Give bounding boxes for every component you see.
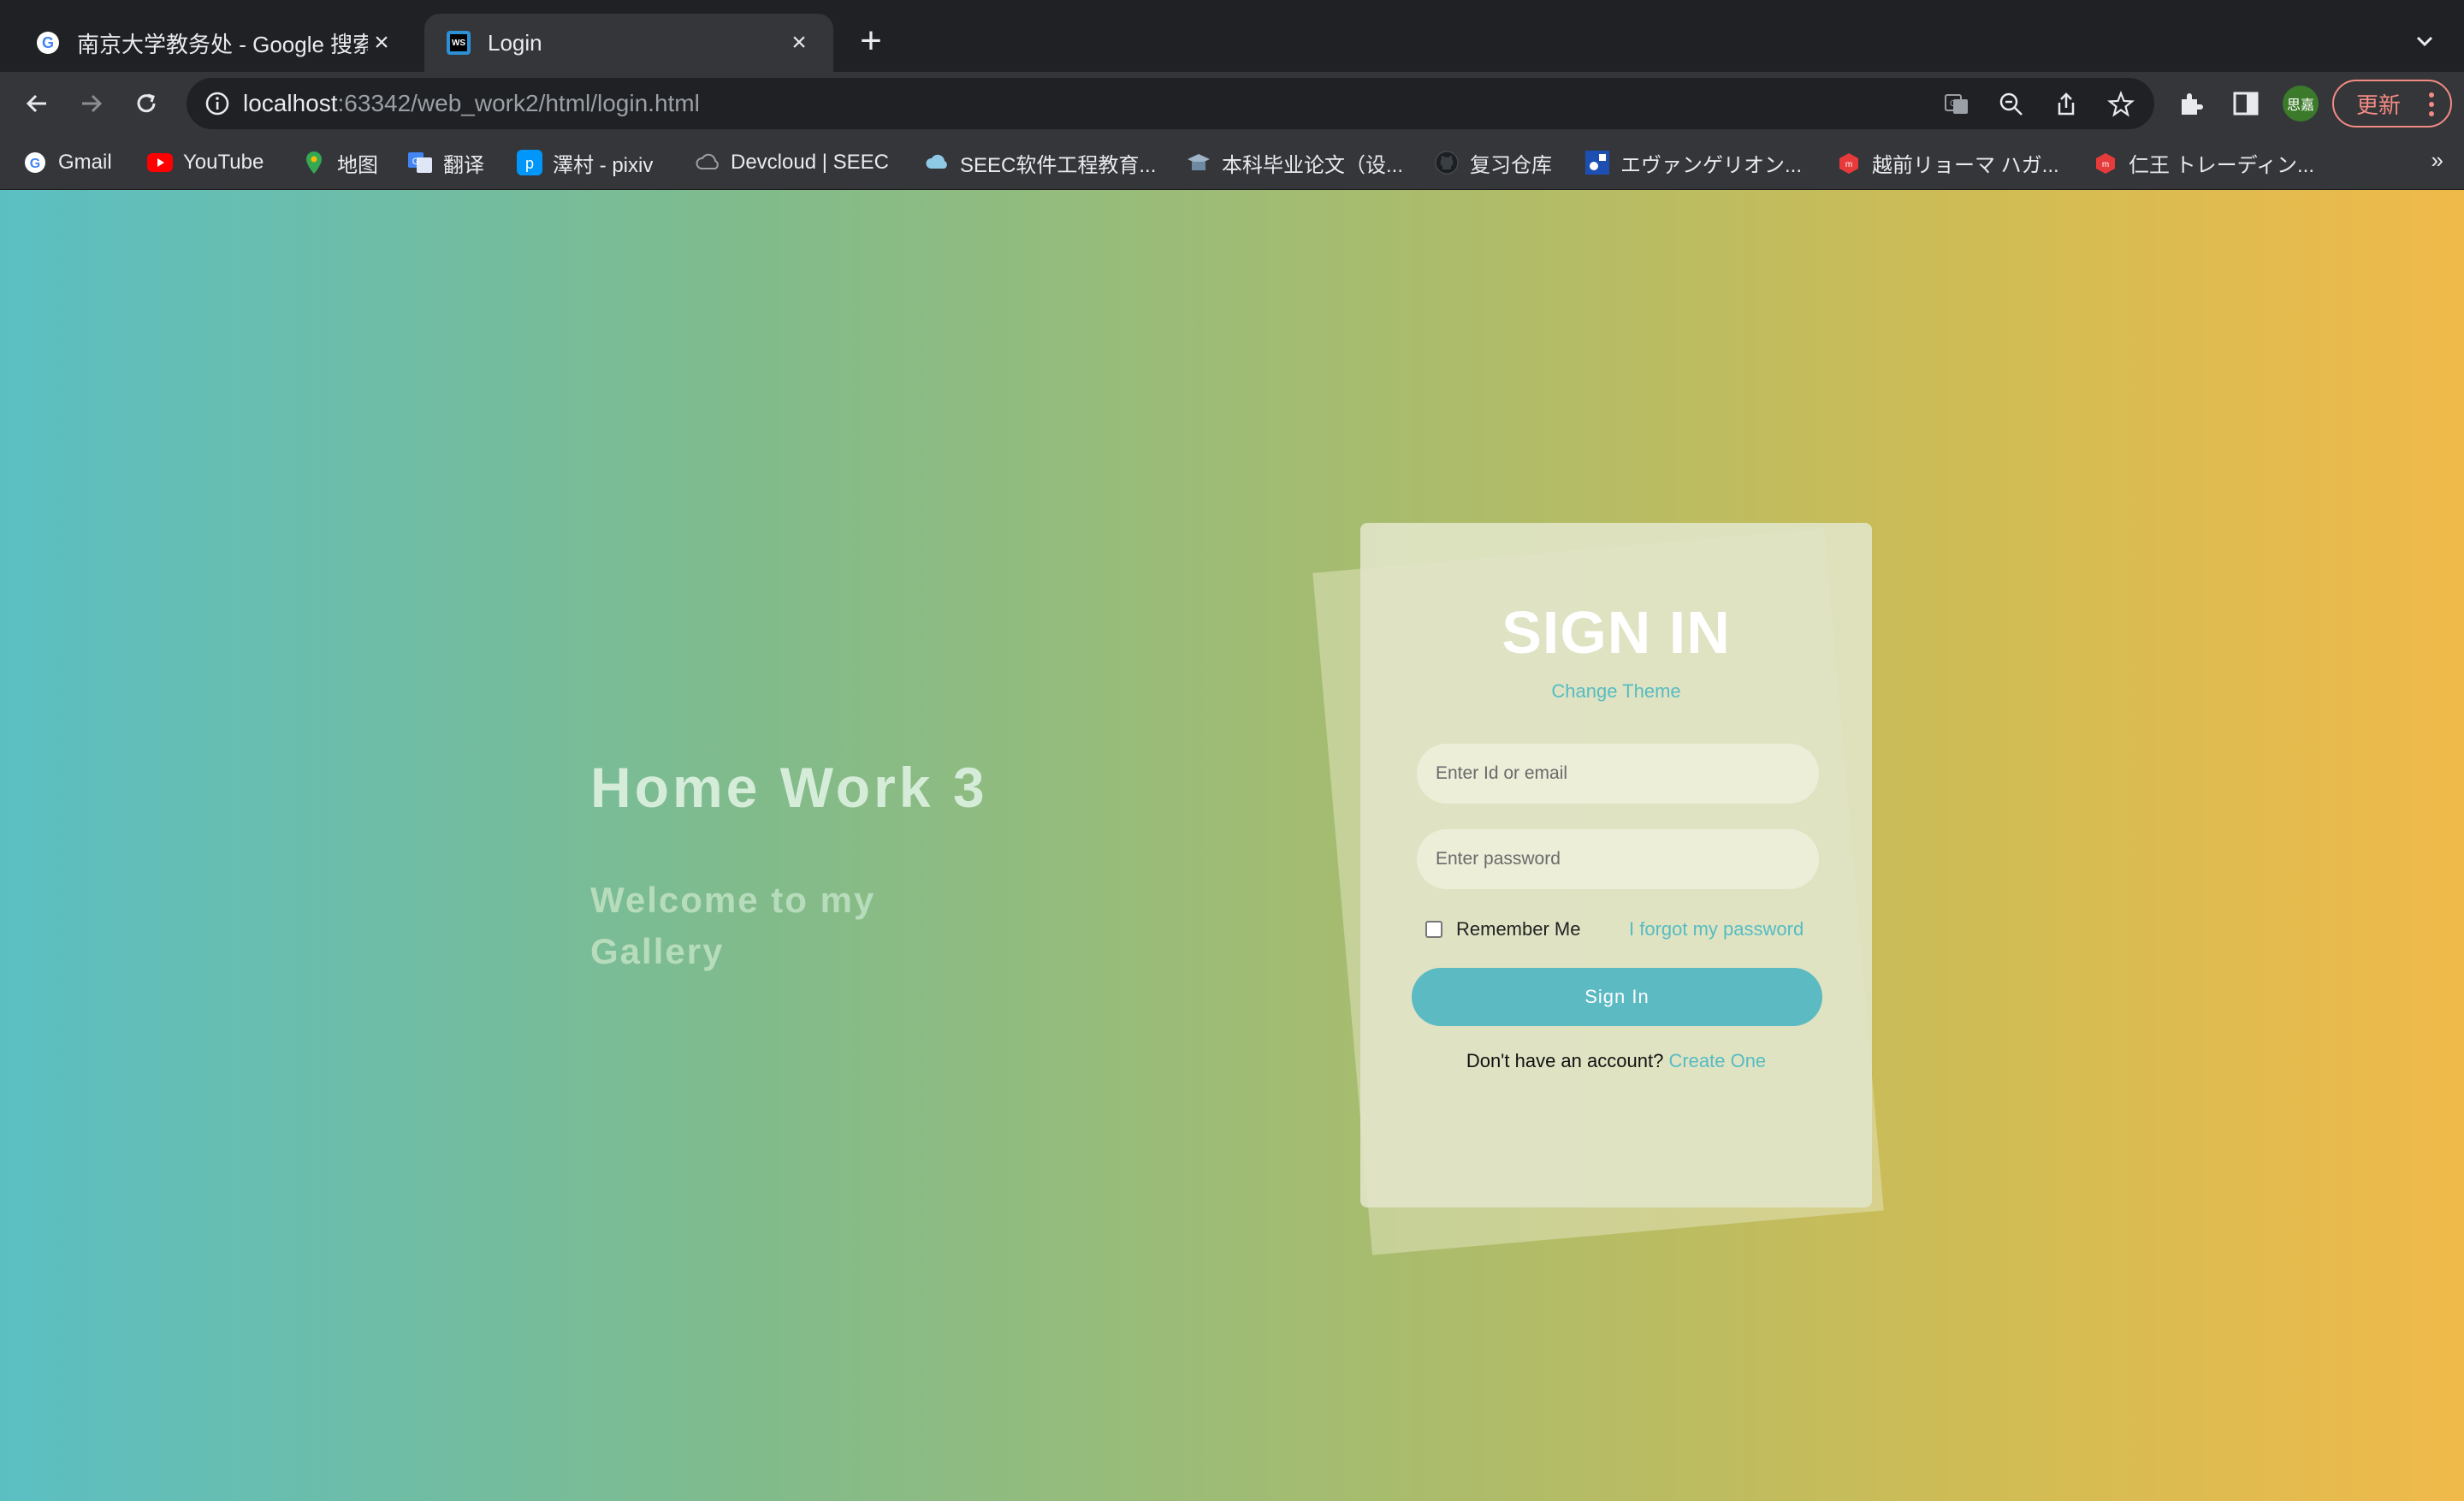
toolbar: localhost:63342/web_work2/html/login.htm… xyxy=(0,72,2464,135)
hero: Home Work 3 Welcome to my Gallery xyxy=(590,755,988,977)
bookmark-label: 复习仓库 xyxy=(1470,153,1552,177)
cloud-icon xyxy=(695,150,720,175)
remember-me-checkbox[interactable]: Remember Me xyxy=(1425,918,1580,940)
bookmark-maps[interactable]: 地图 xyxy=(301,147,378,178)
zoom-out-icon[interactable] xyxy=(1997,90,2026,119)
share-icon[interactable] xyxy=(2052,90,2081,119)
bookmark-translate[interactable]: G 翻译 xyxy=(407,147,484,178)
bookmark-label: 翻译 xyxy=(443,153,484,177)
reload-button[interactable] xyxy=(127,84,166,123)
svg-text:m: m xyxy=(2102,160,2109,169)
tab-login[interactable]: WS Login × xyxy=(424,14,833,72)
site-icon xyxy=(1584,150,1610,175)
pixiv-icon: p xyxy=(517,150,542,175)
star-icon[interactable] xyxy=(2106,90,2135,119)
chevron-down-icon[interactable] xyxy=(2409,26,2440,56)
svg-text:WS: WS xyxy=(452,39,465,48)
arrow-right-icon xyxy=(82,94,103,113)
tab-title: 南京大学教务处 - Google 搜索 xyxy=(77,31,368,57)
create-account-row: Don't have an account? Create One xyxy=(1360,1050,1872,1072)
address-bar[interactable]: localhost:63342/web_work2/html/login.htm… xyxy=(187,78,2154,129)
bookmark-review-repo[interactable]: 复习仓库 xyxy=(1434,147,1552,178)
bookmark-seec[interactable]: SEEC软件工程教育... xyxy=(924,147,1156,178)
url-text: localhost:63342/web_work2/html/login.htm… xyxy=(243,90,700,116)
tab-google-search[interactable]: G 南京大学教务处 - Google 搜索 × xyxy=(14,14,416,72)
bookmark-label: 澤村 - pixiv xyxy=(553,153,654,177)
forgot-password-link[interactable]: I forgot my password xyxy=(1629,918,1804,940)
checkbox-box[interactable] xyxy=(1425,921,1442,938)
svg-text:m: m xyxy=(1845,160,1852,169)
bookmark-nioh[interactable]: m 仁王 トレーディン... xyxy=(2093,147,2314,178)
forward-button[interactable] xyxy=(72,84,111,123)
reload-icon xyxy=(137,93,156,113)
back-button[interactable] xyxy=(17,84,56,123)
bookmark-label: 仁王 トレーディン... xyxy=(2129,153,2314,177)
profile-avatar[interactable]: 思嘉 xyxy=(2283,86,2319,122)
bookmark-label: YouTube xyxy=(183,151,264,174)
more-menu-icon[interactable] xyxy=(2428,92,2435,117)
google-icon: G xyxy=(22,150,48,175)
extensions-icon[interactable] xyxy=(2175,87,2207,120)
tab-strip: G 南京大学教务处 - Google 搜索 × WS Login × + xyxy=(0,0,2464,72)
bookmarks-bar: G Gmail YouTube 地图 G 翻译 p 澤村 - pixiv Dev… xyxy=(0,135,2464,190)
hero-title: Home Work 3 xyxy=(590,756,988,819)
bookmark-devcloud[interactable]: Devcloud | SEEC xyxy=(695,147,889,178)
bookmark-label: Devcloud | SEEC xyxy=(731,151,889,174)
bookmark-label: 地图 xyxy=(337,153,378,177)
change-theme-link[interactable]: Change Theme xyxy=(1360,680,1872,703)
no-account-text: Don't have an account? xyxy=(1466,1050,1664,1071)
bookmark-ryoma[interactable]: m 越前リョーマ ハガ... xyxy=(1836,147,2059,178)
close-icon[interactable]: × xyxy=(785,28,813,56)
side-panel-icon[interactable] xyxy=(2230,87,2262,120)
cloud-icon xyxy=(924,150,950,175)
webstorm-icon: WS xyxy=(445,29,472,56)
translate-icon: G xyxy=(407,150,433,175)
graduation-icon xyxy=(1186,150,1211,175)
github-icon xyxy=(1434,150,1460,175)
bookmarks-overflow-button[interactable]: » xyxy=(2431,147,2443,174)
bookmark-youtube[interactable]: YouTube xyxy=(147,147,264,178)
bookmark-label: エヴァンゲリオン... xyxy=(1620,153,1803,177)
svg-text:G: G xyxy=(412,157,420,167)
signin-title: SIGN IN xyxy=(1502,599,1731,666)
tab-title: Login xyxy=(488,29,542,56)
svg-text:G: G xyxy=(42,34,54,51)
bookmark-label: Gmail xyxy=(58,151,112,174)
new-tab-button[interactable]: + xyxy=(854,22,888,62)
sign-in-button[interactable]: Sign In xyxy=(1412,968,1822,1026)
bookmark-label: SEEC软件工程教育... xyxy=(960,153,1157,177)
id-email-input[interactable] xyxy=(1417,744,1819,804)
bookmark-gmail[interactable]: G Gmail xyxy=(22,147,112,178)
google-icon: G xyxy=(34,29,62,56)
mercari-icon: m xyxy=(2093,150,2118,175)
bookmark-pixiv[interactable]: p 澤村 - pixiv xyxy=(517,147,653,178)
create-account-link[interactable]: Create One xyxy=(1668,1050,1766,1071)
svg-text:p: p xyxy=(525,155,534,172)
info-icon[interactable] xyxy=(204,90,231,117)
remember-me-label: Remember Me xyxy=(1456,918,1581,940)
mercari-icon: m xyxy=(1836,150,1862,175)
translate-icon[interactable]: G xyxy=(1942,90,1971,119)
hero-subtitle: Welcome to my Gallery xyxy=(590,880,876,971)
bookmark-evangelion[interactable]: エヴァンゲリオン... xyxy=(1584,147,1802,178)
svg-text:G: G xyxy=(30,157,40,171)
youtube-icon xyxy=(147,150,173,175)
maps-icon xyxy=(301,150,327,175)
page-content: Home Work 3 Welcome to my Gallery SIGN I… xyxy=(0,190,2464,1501)
signin-card: SIGN IN Change Theme Remember Me I forgo… xyxy=(1360,523,1872,1207)
bookmark-label: 本科毕业论文（设... xyxy=(1222,153,1404,177)
arrow-left-icon xyxy=(26,94,46,113)
update-button[interactable]: 更新 xyxy=(2332,80,2452,128)
close-icon[interactable]: × xyxy=(368,28,395,56)
bookmark-thesis[interactable]: 本科毕业论文（设... xyxy=(1186,147,1403,178)
bookmark-label: 越前リョーマ ハガ... xyxy=(1872,153,2059,177)
update-label: 更新 xyxy=(2356,92,2402,118)
svg-text:G: G xyxy=(1950,99,1957,109)
password-input[interactable] xyxy=(1417,829,1819,889)
